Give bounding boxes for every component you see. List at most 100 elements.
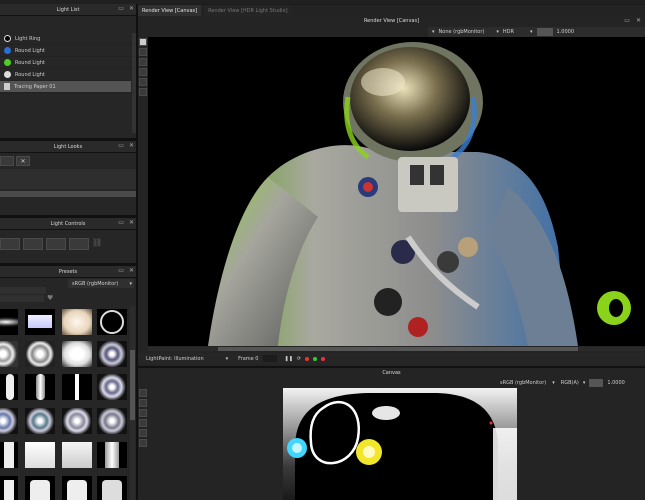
preset-thumbnail[interactable] xyxy=(97,341,127,367)
close-icon[interactable]: ✕ xyxy=(129,142,134,149)
tab-label: Render View [Canvas] xyxy=(142,7,198,14)
exposure-value[interactable]: 1.0000 xyxy=(557,29,575,35)
paint-tool-icon[interactable] xyxy=(139,38,147,46)
frame-label: Frame 0 xyxy=(238,355,259,362)
close-icon[interactable]: ✕ xyxy=(129,219,134,226)
select-tool-icon[interactable] xyxy=(139,399,147,407)
preset-thumbnail[interactable] xyxy=(0,341,18,367)
preset-thumbnail[interactable] xyxy=(25,442,55,468)
tab-render-view-hdr[interactable]: Render View [HDR Light Studio] xyxy=(204,5,292,16)
list-item[interactable]: Round Light xyxy=(0,57,131,69)
preset-thumbnail[interactable] xyxy=(62,309,92,335)
chevron-down-icon: ▾ xyxy=(529,29,533,35)
presets-panel: Presets ▭ ✕ sRGB (rgbMonitor) ▾ ♥ xyxy=(0,266,136,500)
preset-thumbnail[interactable] xyxy=(0,408,18,434)
move-tool-icon[interactable] xyxy=(139,409,147,417)
blue-light-icon xyxy=(4,47,11,54)
canvas-channel-select[interactable]: RGB(A) xyxy=(561,380,579,386)
channel-select[interactable]: HDR xyxy=(503,29,514,35)
filter-select[interactable] xyxy=(0,295,44,302)
transform-tool-icon[interactable] xyxy=(69,238,89,250)
category-select[interactable] xyxy=(0,287,46,294)
list-item-label: Tracing Paper 01 xyxy=(14,83,56,90)
preset-thumbnail[interactable] xyxy=(62,374,92,400)
exposure-icon[interactable] xyxy=(589,379,604,387)
display-select[interactable]: None (rgbMonitor) xyxy=(439,29,485,35)
chevron-down-icon: ▾ xyxy=(225,355,229,362)
favorite-icon[interactable]: ♥ xyxy=(47,294,53,302)
float-icon[interactable]: ▭ xyxy=(624,17,630,24)
preset-thumbnail[interactable] xyxy=(97,309,127,335)
close-icon[interactable]: ✕ xyxy=(129,5,134,12)
render-image[interactable] xyxy=(148,37,645,346)
list-item[interactable]: Round Light xyxy=(0,69,131,81)
preset-thumbnail[interactable] xyxy=(0,309,18,335)
lightpaint-mode-select[interactable]: LightPaint: Illumination xyxy=(146,356,204,362)
render-scrollbar[interactable] xyxy=(148,347,645,351)
astronaut-render xyxy=(208,42,631,346)
pan-tool-icon[interactable] xyxy=(139,429,147,437)
preset-thumbnail[interactable] xyxy=(62,408,92,434)
preset-thumbnail[interactable] xyxy=(0,476,18,500)
zoom-tool-icon[interactable] xyxy=(139,68,147,76)
rotate-tool-icon[interactable] xyxy=(46,238,66,250)
preset-thumbnail[interactable] xyxy=(25,341,55,367)
select-tool-icon[interactable] xyxy=(139,48,147,56)
canvas-exposure-value[interactable]: 1.0000 xyxy=(607,380,625,386)
tab-label: Render View [HDR Light Studio] xyxy=(208,7,288,14)
render-status-bar: LightPaint: Illumination ▾ Frame 0 ❚❚ ⟳ xyxy=(138,353,645,364)
preset-thumbnail[interactable] xyxy=(97,408,127,434)
preset-thumbnail[interactable] xyxy=(97,442,127,468)
exposure-icon[interactable] xyxy=(536,28,553,36)
float-icon[interactable]: ▭ xyxy=(118,219,124,226)
looks-bar xyxy=(0,191,136,197)
tab-render-view-canvas[interactable]: Render View [Canvas] xyxy=(138,5,202,16)
zoom-tool-icon[interactable] xyxy=(139,419,147,427)
close-icon[interactable]: ✕ xyxy=(636,17,641,24)
render-view-title: Render View [Canvas] xyxy=(363,18,420,24)
preset-thumbnail[interactable] xyxy=(62,476,92,500)
green-light-icon xyxy=(4,59,11,66)
pause-icon[interactable]: ❚❚ xyxy=(285,356,293,362)
light-controls-panel: Light Controls ▭ ✕ ⛓ xyxy=(0,218,136,263)
scale-tool-icon[interactable] xyxy=(23,238,43,250)
move-tool-icon[interactable] xyxy=(139,58,147,66)
refresh-icon[interactable]: ⟳ xyxy=(297,356,301,362)
link-icon[interactable]: ⛓ xyxy=(92,238,104,250)
canvas-panel: Canvas sRGB (rgbMonitor) ▾ RGB(A) ▾ 1.00… xyxy=(138,368,645,500)
preset-thumbnail[interactable] xyxy=(0,374,18,400)
preset-thumbnail[interactable] xyxy=(25,374,55,400)
presets-colorspace-select[interactable]: sRGB (rgbMonitor) ▾ xyxy=(68,279,134,288)
list-item[interactable]: Round Light xyxy=(0,45,131,57)
light-list-panel: Light List ▭ ✕ Light Ring Round Light Rou… xyxy=(0,4,136,138)
preset-thumbnail[interactable] xyxy=(97,476,127,500)
preset-thumbnail[interactable] xyxy=(62,442,92,468)
presets-scrollbar[interactable] xyxy=(130,306,135,500)
fit-view-icon[interactable] xyxy=(139,88,147,96)
hdr-canvas-image[interactable] xyxy=(283,388,517,500)
add-look-button[interactable] xyxy=(0,156,14,166)
preset-thumbnail[interactable] xyxy=(25,408,55,434)
preset-thumbnail[interactable] xyxy=(25,476,55,500)
chevron-down-icon: ▾ xyxy=(129,280,132,287)
status-dot-red xyxy=(305,356,310,361)
canvas-colorspace-select[interactable]: sRGB (rgbMonitor) xyxy=(500,380,546,386)
close-icon[interactable]: ✕ xyxy=(129,267,134,274)
list-item[interactable]: Light Ring xyxy=(0,33,131,45)
float-icon[interactable]: ▭ xyxy=(118,142,124,149)
preset-thumbnail[interactable] xyxy=(97,374,127,400)
frame-input[interactable] xyxy=(262,355,277,362)
delete-look-button[interactable]: ✕ xyxy=(16,156,30,166)
chevron-down-icon: ▾ xyxy=(496,29,499,35)
fit-view-icon[interactable] xyxy=(139,439,147,447)
preset-thumbnail[interactable] xyxy=(62,341,92,367)
move-tool-icon[interactable] xyxy=(0,238,20,250)
preset-thumbnail[interactable] xyxy=(25,309,55,335)
float-icon[interactable]: ▭ xyxy=(118,5,124,12)
presets-grid xyxy=(0,306,130,500)
paint-tool-icon[interactable] xyxy=(139,389,147,397)
float-icon[interactable]: ▭ xyxy=(118,267,124,274)
preset-thumbnail[interactable] xyxy=(0,442,18,468)
list-item-selected[interactable]: Tracing Paper 01 xyxy=(0,81,131,93)
pan-tool-icon[interactable] xyxy=(139,78,147,86)
